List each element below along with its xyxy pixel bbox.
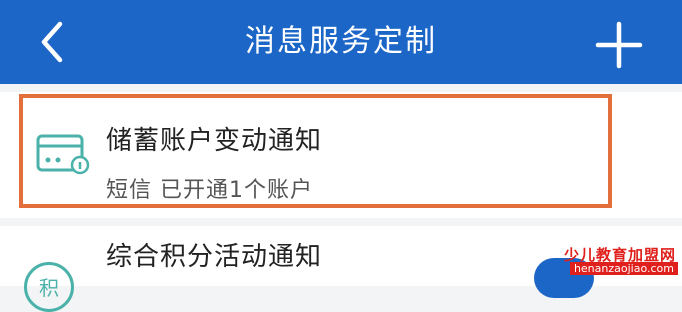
watermark: 少儿教育加盟网 henanzaojiao.com [554,244,682,280]
add-button[interactable] [592,18,646,72]
top-bar: 消息服务定制 [0,0,682,84]
highlight-box [19,94,612,208]
plus-icon [595,21,643,69]
points-icon: 积 [24,262,74,312]
item-title: 综合积分活动通知 [106,242,323,272]
page-title: 消息服务定制 [245,24,437,59]
watermark-url: henanzaojiao.com [569,262,678,275]
